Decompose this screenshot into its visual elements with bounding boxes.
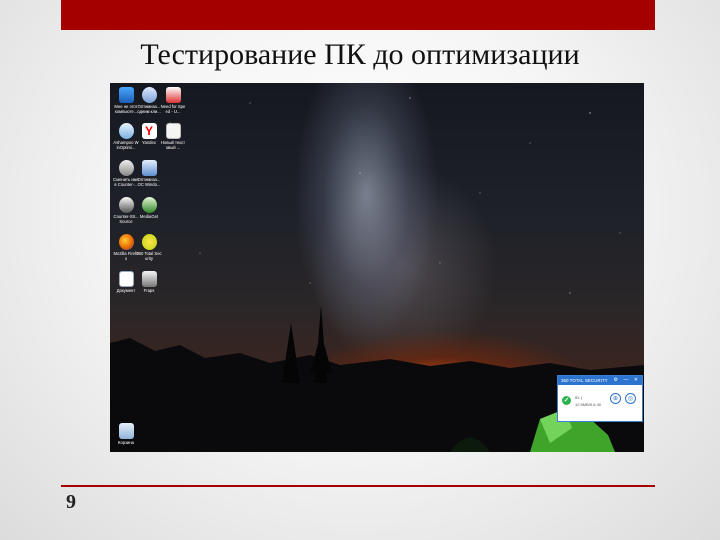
desktop-icon-new-text-file[interactable]: Новый текстовый ... bbox=[160, 123, 186, 150]
check-icon: ✓ bbox=[562, 396, 571, 405]
antivirus-status-line2: 12.5MB/5.6.40 bbox=[575, 402, 602, 407]
desktop-icon-recycle-bin[interactable]: Корзина bbox=[113, 423, 139, 445]
antivirus-widget[interactable]: 360 TOTAL SECURITY ⚙ — ✕ ✓ ID: | 12.5MB/… bbox=[557, 375, 643, 422]
recycle-bin-icon bbox=[118, 423, 134, 439]
mediaget-icon bbox=[141, 197, 157, 213]
computer-icon bbox=[118, 87, 134, 103]
ashampoo-icon bbox=[118, 123, 134, 139]
slide-title: Тестирование ПК до оптимизации bbox=[140, 38, 580, 71]
desktop-icon-optimizer-windows[interactable]: Оптимиза... OC Windo... bbox=[136, 160, 162, 187]
desktop-icon-fraps[interactable]: Fraps bbox=[136, 271, 162, 293]
desktop-icon-yandex[interactable]: Y Yandex bbox=[136, 123, 162, 145]
optimizer-icon bbox=[141, 160, 157, 176]
desktop-icon-360-total-security[interactable]: 360 Total Security bbox=[136, 234, 162, 261]
window-controls[interactable]: ⚙ — ✕ bbox=[614, 376, 640, 385]
360-security-icon bbox=[141, 234, 157, 250]
antivirus-status-line1: ID: | bbox=[575, 395, 583, 400]
antivirus-titlebar: 360 TOTAL SECURITY ⚙ — ✕ bbox=[558, 376, 642, 385]
firefox-icon bbox=[118, 234, 134, 250]
shield-button[interactable]: ⊕ bbox=[610, 393, 621, 404]
game-icon bbox=[165, 87, 181, 103]
settings-button[interactable]: ◎ bbox=[625, 393, 636, 404]
yandex-icon: Y bbox=[141, 123, 157, 139]
antivirus-title: 360 TOTAL SECURITY bbox=[561, 378, 608, 383]
desktop-icon-optimizer-one-click[interactable]: Оптимиза... одним кли... bbox=[136, 87, 162, 114]
bottom-divider bbox=[61, 485, 655, 487]
desktop-icon-mediaget[interactable]: MediaGet bbox=[136, 197, 162, 219]
fraps-icon bbox=[141, 271, 157, 287]
counter-strike-icon bbox=[118, 197, 134, 213]
desktop-screenshot: Мне не этот компьюте... Оптимиза... одни… bbox=[110, 83, 644, 452]
text-file-icon bbox=[165, 123, 181, 139]
document-icon bbox=[118, 271, 134, 287]
counter-strike-icon bbox=[118, 160, 134, 176]
top-accent-bar bbox=[61, 0, 655, 30]
desktop-icon-need-for-speed[interactable]: Need for Speed - U... bbox=[160, 87, 186, 114]
optimizer-icon bbox=[141, 87, 157, 103]
page-number: 9 bbox=[66, 491, 76, 513]
